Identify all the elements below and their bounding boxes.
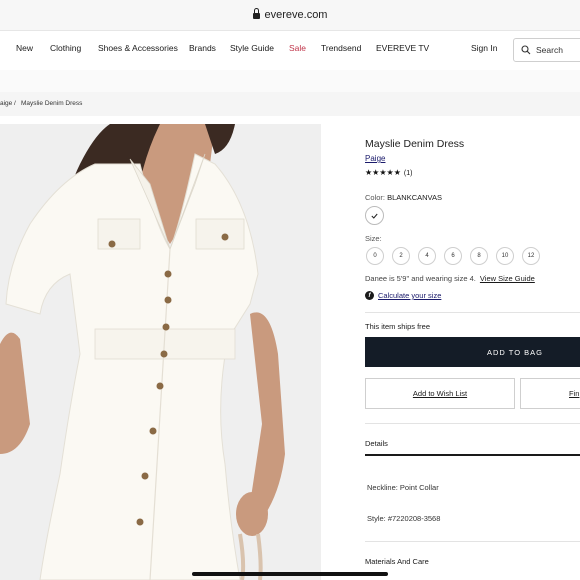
search-icon <box>521 45 531 55</box>
size-guide-link[interactable]: View Size Guide <box>480 274 535 283</box>
sign-in-link[interactable]: Sign In <box>471 43 497 53</box>
browser-url-bar[interactable]: evereve.com <box>0 0 580 31</box>
add-to-wishlist-button[interactable]: Add to Wish List <box>365 378 515 409</box>
size-option-2[interactable]: 2 <box>392 247 410 265</box>
neckline-spec: Neckline: Point Collar <box>367 483 439 492</box>
divider <box>365 423 580 424</box>
calculate-size-link[interactable]: Calculate your size <box>378 291 441 300</box>
color-label-row: Color: BLANKCANVAS <box>365 193 442 202</box>
breadcrumb: aige / Mayslie Denim Dress <box>0 92 580 116</box>
product-brand-link[interactable]: Paige <box>365 154 385 163</box>
home-indicator[interactable] <box>192 572 388 576</box>
product-title: Mayslie Denim Dress <box>365 138 465 150</box>
breadcrumb-separator: / <box>14 100 16 107</box>
nav-item-brands[interactable]: Brands <box>189 43 216 53</box>
size-option-8[interactable]: 8 <box>470 247 488 265</box>
nav-item-sale[interactable]: Sale <box>289 43 306 53</box>
color-swatch-blankcanvas[interactable] <box>365 206 384 225</box>
nav-item-shoes-accessories[interactable]: Shoes & Accessories <box>98 43 178 53</box>
nav-item-trendsend[interactable]: Trendsend <box>321 43 361 53</box>
size-option-12[interactable]: 12 <box>522 247 540 265</box>
search-input[interactable]: Search <box>513 38 580 62</box>
model-note-text: Danee is 5'9" and wearing size 4. <box>365 274 476 283</box>
nav-item-clothing[interactable]: Clothing <box>50 43 81 53</box>
add-to-bag-label: ADD TO BAG <box>487 347 543 357</box>
rating-stars[interactable]: ★★★★★ (1) <box>365 168 412 177</box>
find-in-store-button[interactable]: Fin <box>520 378 580 409</box>
divider <box>365 312 580 313</box>
nav-item-style-guide[interactable]: Style Guide <box>230 43 274 53</box>
breadcrumb-parent[interactable]: aige <box>0 100 12 107</box>
size-option-4[interactable]: 4 <box>418 247 436 265</box>
color-value: BLANKCANVAS <box>387 193 442 202</box>
lock-icon <box>252 8 260 19</box>
star-icons: ★★★★★ <box>365 168 401 177</box>
model-size-note: Danee is 5'9" and wearing size 4. View S… <box>365 274 535 283</box>
find-in-store-label: Fin <box>569 389 580 398</box>
style-spec: Style: #7220208-3568 <box>367 514 441 523</box>
color-label: Color: <box>365 193 386 202</box>
fit-predictor-icon: f <box>365 291 374 300</box>
top-navigation: New Clothing Shoes & Accessories Brands … <box>0 31 580 69</box>
breadcrumb-current: Mayslie Denim Dress <box>21 100 83 107</box>
size-option-6[interactable]: 6 <box>444 247 462 265</box>
product-photo-illustration <box>0 124 321 580</box>
free-shipping-note: This item ships free <box>365 322 431 331</box>
details-tab-underline <box>365 454 580 456</box>
add-to-bag-button[interactable]: ADD TO BAG <box>365 337 580 367</box>
product-image[interactable] <box>0 124 321 580</box>
size-label: Size: <box>365 234 382 243</box>
nav-item-new[interactable]: New <box>16 43 33 53</box>
details-tab[interactable]: Details <box>365 439 388 448</box>
calculate-size[interactable]: f Calculate your size <box>365 291 441 300</box>
promo-strip <box>0 70 580 93</box>
check-icon <box>371 213 378 219</box>
url-text: evereve.com <box>264 9 328 21</box>
materials-care-heading[interactable]: Materials And Care <box>365 557 429 566</box>
review-count: (1) <box>403 170 413 177</box>
size-option-10[interactable]: 10 <box>496 247 514 265</box>
wishlist-label: Add to Wish List <box>412 389 468 398</box>
divider <box>365 541 580 542</box>
search-placeholder: Search <box>536 45 563 55</box>
size-option-0[interactable]: 0 <box>366 247 384 265</box>
nav-item-evereve-tv[interactable]: EVEREVE TV <box>376 43 429 53</box>
